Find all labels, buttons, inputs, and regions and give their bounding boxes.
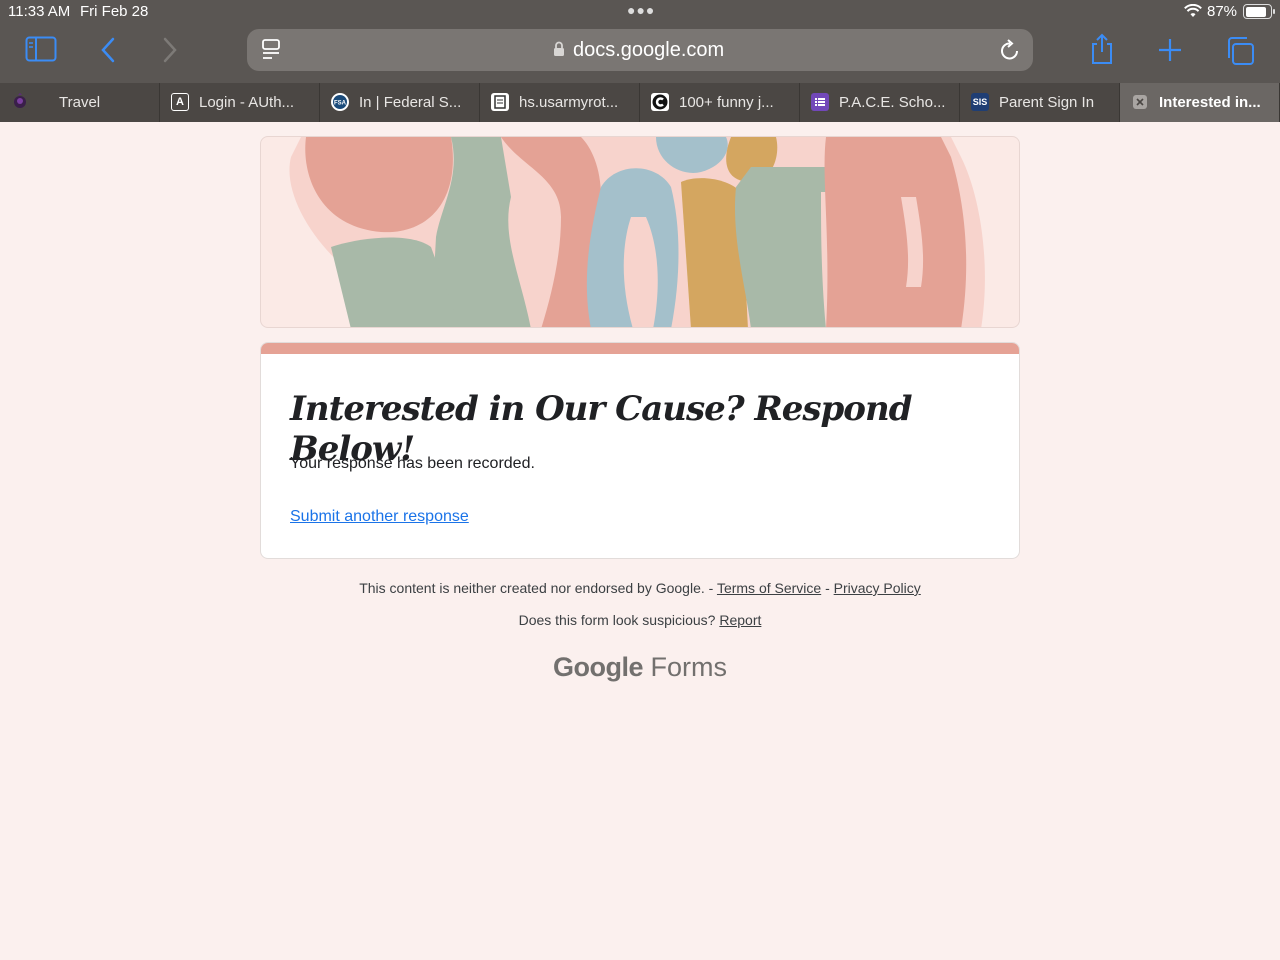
card-accent-bar bbox=[261, 343, 1019, 354]
reader-view-icon[interactable] bbox=[261, 38, 281, 67]
tab-label: hs.usarmyrot... bbox=[519, 94, 619, 111]
sis-logo-icon: SIS bbox=[971, 93, 989, 111]
tab-label: Interested in... bbox=[1159, 94, 1261, 111]
browser-chrome: 11:33 AM Fri Feb 28 ●●● 87% docs.google.… bbox=[0, 0, 1280, 83]
battery-icon bbox=[1243, 4, 1275, 19]
forward-icon[interactable] bbox=[162, 37, 178, 63]
tab-label: In | Federal S... bbox=[359, 94, 462, 111]
terms-link[interactable]: Terms of Service bbox=[717, 580, 821, 596]
status-bar: 11:33 AM Fri Feb 28 ●●● 87% bbox=[0, 0, 1280, 24]
disclaimer-text: This content is neither created nor endo… bbox=[359, 580, 714, 596]
tab-label: Parent Sign In bbox=[999, 94, 1095, 111]
share-icon[interactable] bbox=[1089, 33, 1115, 65]
google-wordmark: Google bbox=[552, 652, 644, 682]
tab-usarmyrotc[interactable]: hs.usarmyrot... bbox=[480, 83, 640, 122]
tab-strip: Travel A Login - AUth... FSA In | Federa… bbox=[0, 83, 1280, 122]
tab-travel[interactable]: Travel bbox=[0, 83, 160, 122]
tab-label: 100+ funny j... bbox=[679, 94, 774, 111]
new-tab-icon[interactable] bbox=[1158, 38, 1182, 62]
sidebar-toggle-icon[interactable] bbox=[25, 36, 57, 62]
lock-icon bbox=[553, 41, 565, 62]
suspicious-text: Does this form look suspicious? bbox=[518, 612, 716, 628]
footer-separator: - bbox=[825, 580, 830, 596]
document-icon bbox=[491, 93, 509, 111]
address-bar[interactable]: docs.google.com bbox=[247, 29, 1033, 71]
privacy-link[interactable]: Privacy Policy bbox=[834, 580, 921, 596]
tab-pace[interactable]: P.A.C.E. Scho... bbox=[800, 83, 960, 122]
status-date: Fri Feb 28 bbox=[80, 3, 149, 20]
auth-letter-icon: A bbox=[171, 93, 189, 111]
c-logo-icon bbox=[651, 93, 669, 111]
forms-list-icon bbox=[811, 93, 829, 111]
forms-wordmark: Forms bbox=[650, 652, 728, 682]
tab-label: P.A.C.E. Scho... bbox=[839, 94, 946, 111]
footer-disclaimer: This content is neither created nor endo… bbox=[0, 580, 1280, 596]
close-icon[interactable] bbox=[1133, 95, 1147, 109]
multitasking-dots-icon[interactable]: ●●● bbox=[627, 2, 655, 18]
report-link[interactable]: Report bbox=[719, 612, 761, 628]
status-time: 11:33 AM bbox=[8, 3, 71, 20]
faith-lettering-illustration bbox=[289, 137, 985, 327]
url-text[interactable]: docs.google.com bbox=[573, 39, 724, 62]
submit-another-link[interactable]: Submit another response bbox=[290, 508, 469, 526]
back-icon[interactable] bbox=[100, 37, 116, 63]
fsa-logo-icon: FSA bbox=[331, 93, 349, 111]
form-header-image bbox=[260, 136, 1020, 328]
reload-icon[interactable] bbox=[999, 38, 1021, 67]
battery-percent: 87% bbox=[1207, 3, 1238, 20]
tab-parent-sign-in[interactable]: SIS Parent Sign In bbox=[960, 83, 1120, 122]
tab-overview-icon[interactable] bbox=[1225, 36, 1255, 66]
google-forms-logo[interactable]: Google Forms bbox=[0, 652, 1280, 683]
tab-federal[interactable]: FSA In | Federal S... bbox=[320, 83, 480, 122]
tab-label: Travel bbox=[59, 94, 101, 111]
form-confirmation-card: Interested in Our Cause? Respond Below! … bbox=[260, 342, 1020, 559]
dark-flower-icon bbox=[11, 93, 29, 111]
tab-label: Login - AUth... bbox=[199, 94, 295, 111]
confirmation-message: Your response has been recorded. bbox=[290, 455, 535, 472]
svg-text:FSA: FSA bbox=[334, 101, 347, 107]
wifi-icon bbox=[1184, 3, 1202, 22]
tab-funny[interactable]: 100+ funny j... bbox=[640, 83, 800, 122]
tab-interested[interactable]: Interested in... bbox=[1120, 83, 1280, 122]
footer-report: Does this form look suspicious? Report bbox=[0, 612, 1280, 628]
tab-login[interactable]: A Login - AUth... bbox=[160, 83, 320, 122]
